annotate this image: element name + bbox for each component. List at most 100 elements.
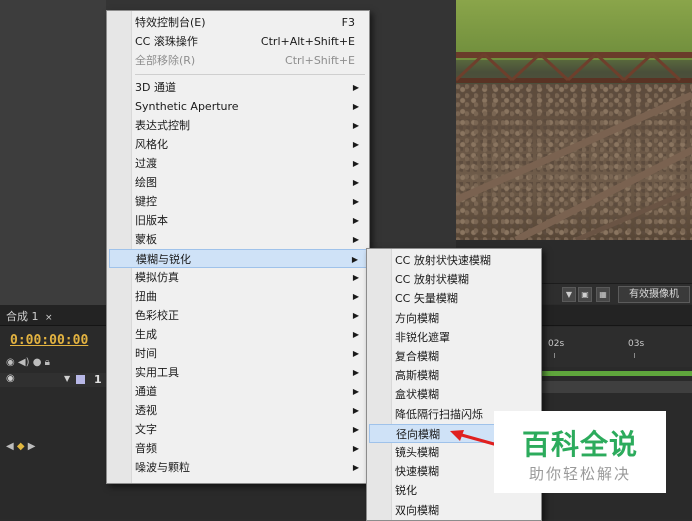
submenu-item-label: 复合模糊 xyxy=(395,350,439,363)
grid-icon[interactable]: ▦ xyxy=(596,287,610,302)
submenu-item[interactable]: CC 放射状模糊 xyxy=(369,270,539,289)
submenu-item[interactable]: 盒状模糊 xyxy=(369,385,539,404)
work-area-bar[interactable] xyxy=(540,371,692,376)
active-camera-select[interactable]: 有效摄像机 xyxy=(618,286,690,303)
ruler-tick xyxy=(634,353,635,358)
layer-color-swatch xyxy=(76,375,85,384)
watermark-title: 百科全说 xyxy=(521,428,638,461)
project-panel-strip xyxy=(0,0,106,305)
ruler-label-03s: 03s xyxy=(628,339,645,349)
submenu-arrow-icon: ▶ xyxy=(352,444,359,453)
menu-item[interactable]: 模拟仿真 ▶ xyxy=(109,268,367,287)
menu-item-label: CC 滚珠操作 xyxy=(135,35,198,48)
submenu-arrow-icon: ▶ xyxy=(352,387,359,396)
submenu-item-label: 双向模糊 xyxy=(395,503,439,517)
menu-item[interactable]: 扭曲 ▶ xyxy=(109,287,367,306)
menu-item-label: 旧版本 xyxy=(135,214,168,227)
submenu-item-label: CC 矢量模糊 xyxy=(395,292,458,306)
submenu-item-label: 方向模糊 xyxy=(395,311,439,325)
menu-item[interactable]: 3D 通道 ▶ xyxy=(109,78,367,97)
menu-item[interactable]: 全部移除(R) Ctrl+Shift+E xyxy=(109,51,367,70)
menu-item-label: 通道 xyxy=(135,385,157,398)
submenu-item-label: CC 放射状模糊 xyxy=(395,273,469,287)
submenu-item[interactable]: 高斯模糊 xyxy=(369,366,539,385)
lock-icon[interactable]: 🔒︎ xyxy=(45,357,50,368)
menu-item[interactable]: CC 滚珠操作 Ctrl+Alt+Shift+E xyxy=(109,32,367,51)
menu-item-label: 模糊与锐化 xyxy=(136,253,191,266)
tab-composition-1[interactable]: 合成 1 × xyxy=(6,308,53,324)
submenu-arrow-icon: ▶ xyxy=(352,216,359,225)
submenu-item[interactable]: 方向模糊 xyxy=(369,309,539,328)
menu-item[interactable]: 生成 ▶ xyxy=(109,325,367,344)
prev-keyframe-icon[interactable]: ◀ xyxy=(6,441,14,452)
ruler-label-02s: 02s xyxy=(548,339,565,349)
menu-item-label: 透视 xyxy=(135,404,157,417)
menu-item[interactable]: 噪波与颗粒 ▶ xyxy=(109,458,367,477)
submenu-item[interactable]: 非锐化遮罩 xyxy=(369,328,539,347)
menu-item[interactable]: 实用工具 ▶ xyxy=(109,363,367,382)
submenu-item-label: 径向模糊 xyxy=(396,427,440,441)
expand-triangle-icon[interactable]: ▼ xyxy=(64,374,70,383)
menu-item-shortcut: Ctrl+Alt+Shift+E xyxy=(260,35,355,48)
submenu-item-label: 锐化 xyxy=(395,484,417,498)
submenu-item-label: CC 放射状快速模糊 xyxy=(395,254,491,267)
watermark-logo: 百科全说 助你轻松解决 xyxy=(494,411,666,493)
submenu-arrow-icon: ▶ xyxy=(352,425,359,434)
submenu-item[interactable]: CC 矢量模糊 xyxy=(369,289,539,308)
menu-item[interactable]: 透视 ▶ xyxy=(109,401,367,420)
submenu-item-label: 快速模糊 xyxy=(395,465,439,479)
menu-item-label: 噪波与颗粒 xyxy=(135,461,190,474)
add-keyframe-icon[interactable]: ◆ xyxy=(17,441,25,452)
menu-item[interactable]: 旧版本 ▶ xyxy=(109,211,367,230)
effect-context-menu: 特效控制台(E) F3 CC 滚珠操作 Ctrl+Alt+Shift+E 全部移除(R)… xyxy=(106,10,370,484)
layer-row[interactable]: ◉ ▼ 1 xyxy=(0,373,110,387)
menu-item[interactable]: Synthetic Aperture ▶ xyxy=(109,97,367,116)
layer-duration-bar[interactable] xyxy=(540,381,692,393)
submenu-arrow-icon: ▶ xyxy=(352,235,359,244)
menu-item[interactable]: 文字 ▶ xyxy=(109,420,367,439)
layer-eye-icon[interactable]: ◉ xyxy=(6,373,15,384)
submenu-arrow-icon: ▶ xyxy=(352,463,359,472)
submenu-arrow-icon: ▶ xyxy=(352,159,359,168)
watermark-subtitle: 助你轻松解决 xyxy=(528,465,631,483)
menu-item-shortcut: Ctrl+Shift+E xyxy=(285,54,355,67)
submenu-item[interactable]: CC 放射状快速模糊 xyxy=(369,251,539,270)
submenu-arrow-icon: ▶ xyxy=(352,273,359,282)
menu-item-label: 实用工具 xyxy=(135,366,179,379)
menu-item[interactable]: 过渡 ▶ xyxy=(109,154,367,173)
audio-icon[interactable]: ◀) xyxy=(18,357,30,368)
menu-item[interactable]: 模糊与锐化 ▶ xyxy=(109,249,367,268)
menu-item[interactable]: 蒙板 ▶ xyxy=(109,230,367,249)
submenu-item[interactable]: 双向模糊 xyxy=(369,501,539,520)
layer-number: 1 xyxy=(94,373,102,386)
menu-item-label: Synthetic Aperture xyxy=(135,100,239,113)
tab-label: 合成 1 xyxy=(6,310,39,323)
menu-item[interactable]: 音频 ▶ xyxy=(109,439,367,458)
menu-item[interactable]: 绘图 ▶ xyxy=(109,173,367,192)
menu-item-label: 特效控制台(E) xyxy=(135,16,206,29)
menu-item[interactable]: 表达式控制 ▶ xyxy=(109,116,367,135)
timecode-display[interactable]: 0:00:00:00 xyxy=(10,333,88,348)
submenu-arrow-icon: ▶ xyxy=(352,121,359,130)
keyframe-navigator[interactable]: ◀ ◆ ▶ xyxy=(6,441,35,452)
menu-item[interactable]: 键控 ▶ xyxy=(109,192,367,211)
solo-icon[interactable]: ● xyxy=(33,357,42,368)
submenu-item[interactable]: 复合模糊 xyxy=(369,347,539,366)
next-keyframe-icon[interactable]: ▶ xyxy=(28,441,36,452)
menu-item[interactable]: 特效控制台(E) F3 xyxy=(109,13,367,32)
menu-item-label: 时间 xyxy=(135,347,157,360)
dropdown-arrow-icon[interactable]: ▼ xyxy=(562,287,576,302)
submenu-arrow-icon: ▶ xyxy=(352,311,359,320)
composition-preview[interactable] xyxy=(456,0,692,240)
menu-item[interactable]: 风格化 ▶ xyxy=(109,135,367,154)
menu-item-label: 音频 xyxy=(135,442,157,455)
eye-icon[interactable]: ◉ xyxy=(6,357,15,368)
time-ruler[interactable]: 02s 03s xyxy=(540,327,692,367)
tab-close-icon[interactable]: × xyxy=(45,313,53,323)
submenu-item-label: 盒状模糊 xyxy=(395,388,439,402)
menu-item[interactable]: 通道 ▶ xyxy=(109,382,367,401)
menu-item[interactable]: 色彩校正 ▶ xyxy=(109,306,367,325)
toggle-icon[interactable]: ▣ xyxy=(578,287,592,302)
menu-item-label: 蒙板 xyxy=(135,233,157,246)
menu-item[interactable]: 时间 ▶ xyxy=(109,344,367,363)
